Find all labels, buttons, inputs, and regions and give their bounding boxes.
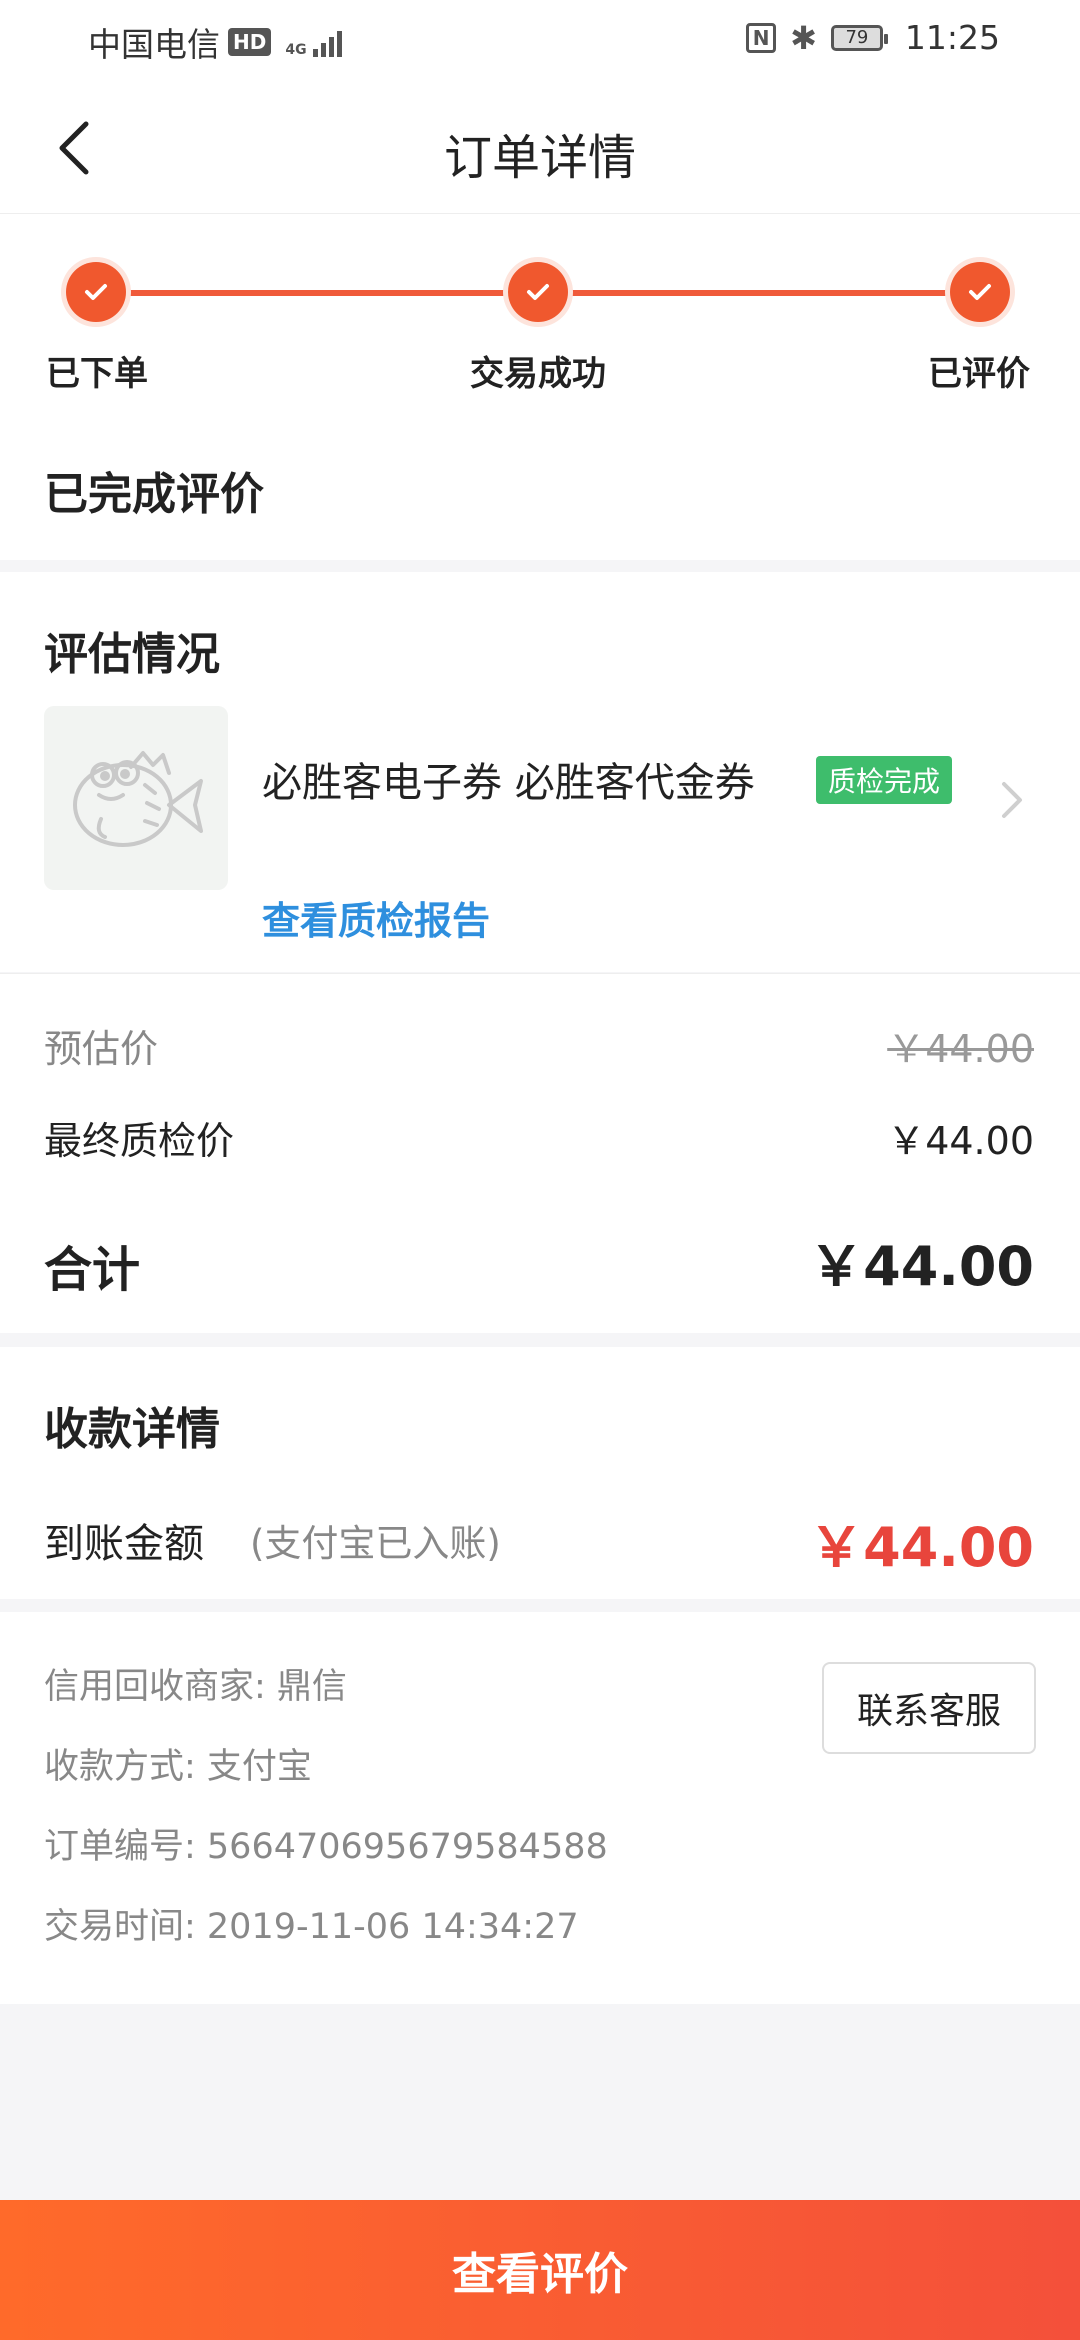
- carrier-name: 中国电信: [88, 25, 220, 64]
- step-label-success: 交易成功: [470, 354, 606, 394]
- order-info-card: 信用回收商家: 鼎信 收款方式: 支付宝 订单编号: 5664706956795…: [0, 1612, 1080, 2004]
- contact-service-button[interactable]: 联系客服: [822, 1662, 1036, 1754]
- received-amount-label: 到账金额: [44, 1521, 204, 1567]
- price-card: 预估价 ￥44.00 最终质检价 ￥44.00 合计 ￥44.00: [0, 973, 1080, 1333]
- progress-line: [570, 290, 954, 296]
- step-check-icon: [950, 262, 1010, 322]
- payment-title: 收款详情: [44, 1404, 220, 1455]
- order-detail-screen: 中国电信 HD 4G N ✱ 79 11:25 订单详情 已下单 交易成功 已评…: [0, 0, 1080, 2340]
- network-type: 4G: [285, 42, 307, 58]
- status-time: 11:25: [904, 18, 1000, 57]
- received-amount-value: ￥44.00: [809, 1516, 1034, 1579]
- received-amount-note: (支付宝已入账): [250, 1522, 501, 1565]
- evaluation-card: 评估情况 必胜客电子券 必胜客代金券 质检完成 查看质检报告: [0, 572, 1080, 972]
- check-icon: [969, 284, 991, 300]
- battery-icon: 79: [830, 24, 888, 51]
- page-title: 订单详情: [443, 130, 636, 186]
- nfc-icon: N: [746, 22, 777, 53]
- product-thumbnail[interactable]: [44, 706, 228, 890]
- merchant-info: 信用回收商家: 鼎信: [44, 1667, 347, 1707]
- order-number-info: 订单编号: 566470695679584588: [44, 1827, 608, 1867]
- final-price-label: 最终质检价: [44, 1119, 235, 1163]
- total-value: ￥44.00: [809, 1235, 1034, 1298]
- chevron-right-icon[interactable]: [998, 778, 1026, 822]
- view-review-button[interactable]: 查看评价: [0, 2200, 1080, 2340]
- trade-time-info: 交易时间: 2019-11-06 14:34:27: [44, 1907, 579, 1947]
- check-icon: [85, 284, 107, 300]
- battery-level: 79: [845, 27, 869, 48]
- hd-badge: HD: [228, 28, 272, 56]
- status-right: N ✱ 79 11:25: [746, 18, 1000, 57]
- estimated-price-value: ￥44.00: [887, 1027, 1034, 1071]
- product-name[interactable]: 必胜客电子券 必胜客代金券: [262, 750, 755, 808]
- status-bar: 中国电信 HD 4G N ✱ 79 11:25: [0, 0, 1080, 82]
- final-price-value: ￥44.00: [887, 1119, 1034, 1163]
- step-check-icon: [508, 262, 568, 322]
- step-label-reviewed: 已评价: [928, 354, 1030, 394]
- payment-card: 收款详情 到账金额 (支付宝已入账) ￥44.00: [0, 1347, 1080, 1599]
- view-qc-report-link[interactable]: 查看质检报告: [262, 890, 490, 945]
- order-progress: 已下单 交易成功 已评价 已完成评价: [0, 214, 1080, 560]
- progress-line: [126, 290, 510, 296]
- status-left: 中国电信 HD 4G: [88, 18, 342, 66]
- total-label: 合计: [44, 1242, 141, 1298]
- estimated-price-label: 预估价: [44, 1027, 159, 1071]
- step-check-icon: [66, 262, 126, 322]
- qc-status-badge: 质检完成: [816, 756, 953, 804]
- order-status-title: 已完成评价: [44, 469, 264, 520]
- step-label-ordered: 已下单: [46, 354, 148, 394]
- check-icon: [527, 284, 549, 300]
- evaluation-title: 评估情况: [44, 629, 220, 680]
- bluetooth-icon: ✱: [790, 18, 817, 57]
- nav-bar: 订单详情: [0, 82, 1080, 214]
- fish-placeholder-icon: [73, 751, 203, 847]
- signal-icon: 4G: [285, 27, 342, 58]
- payment-method-info: 收款方式: 支付宝: [44, 1747, 312, 1787]
